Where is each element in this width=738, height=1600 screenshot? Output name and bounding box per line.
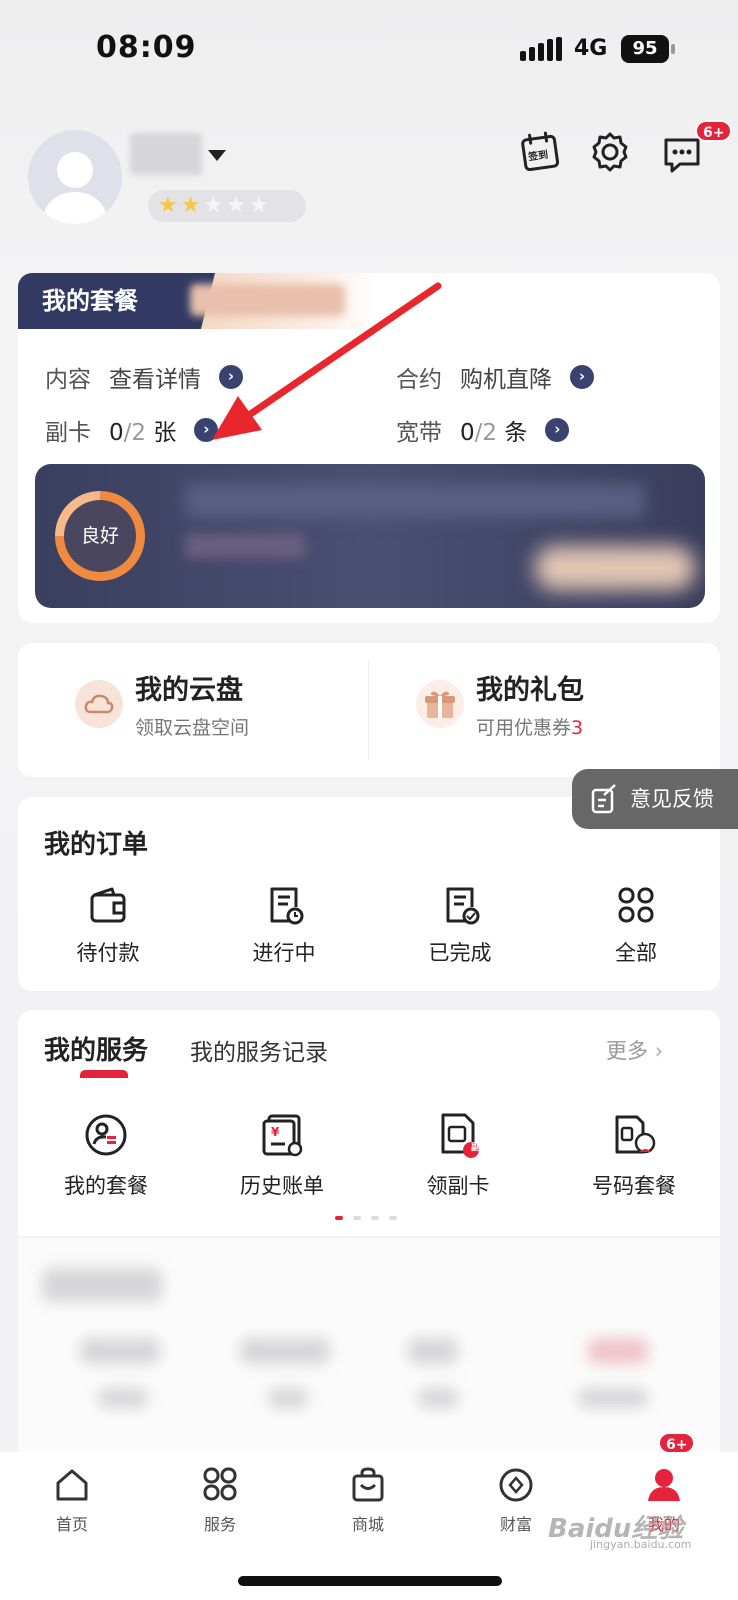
star-icon: ★ [226, 193, 246, 218]
page-dot [389, 1216, 397, 1220]
cloud-title: 我的云盘 [135, 675, 243, 706]
star-icon: ★ [158, 193, 178, 218]
info-value: 0/2 条 [460, 420, 528, 446]
star-icon: ★ [248, 193, 269, 218]
signal-icon [520, 37, 562, 61]
nav-home[interactable]: 首页 [22, 1467, 122, 1535]
feedback-label: 意见反馈 [630, 787, 714, 811]
gift-subtitle: 可用优惠券3 [476, 717, 584, 739]
blurred-content [18, 1238, 720, 1478]
plan-status-banner[interactable]: 良好 [35, 464, 705, 608]
svg-text:¥: ¥ [271, 1125, 280, 1139]
service-my-plan[interactable]: 我的套餐 [46, 1112, 166, 1200]
gift-icon [416, 680, 464, 728]
order-pending-payment[interactable]: 待付款 [48, 885, 168, 967]
order-label: 全部 [615, 941, 657, 965]
checkin-label: 签到 [527, 149, 549, 164]
service-label: 领副卡 [426, 1174, 490, 1198]
chevron-right-icon[interactable]: › [545, 418, 570, 442]
tab-underline [80, 1070, 128, 1078]
checkin-button[interactable]: 签到 [518, 130, 562, 174]
status-ring: 良好 [55, 491, 145, 581]
plan-user-icon [85, 1114, 127, 1156]
watermark-url: jingyan.baidu.com [590, 1538, 692, 1551]
more-link[interactable]: 更多 › [606, 1035, 663, 1065]
cloud-subtitle: 领取云盘空间 [135, 717, 250, 739]
home-indicator[interactable] [238, 1576, 502, 1586]
coupon-count: 3 [571, 717, 584, 739]
status-ring-label: 良好 [64, 500, 136, 572]
tab-service-records[interactable]: 我的服务记录 [190, 1033, 328, 1067]
cloud-entry[interactable]: 我的云盘 领取云盘空间 [75, 668, 249, 740]
gift-entry[interactable]: 我的礼包 可用优惠券3 [416, 668, 584, 740]
wallet-icon [90, 887, 126, 923]
caret-down-icon[interactable] [208, 150, 226, 161]
nav-me-badge: 6+ [658, 1432, 696, 1454]
service-label: 历史账单 [240, 1174, 324, 1198]
page-dot [353, 1216, 361, 1220]
star-icon: ★ [203, 193, 224, 218]
shopping-bag-icon [352, 1467, 384, 1502]
network-type: 4G [574, 36, 608, 61]
grid-icon [203, 1467, 237, 1501]
order-in-progress[interactable]: 进行中 [224, 885, 344, 967]
cloud-icon [75, 680, 123, 728]
document-clock-icon [270, 887, 304, 925]
service-label: 我的套餐 [64, 1174, 148, 1198]
page-dots [335, 1216, 405, 1220]
star-rating[interactable]: ★ ★ ★ ★ ★ [148, 190, 306, 222]
info-value: 0/2 张 [109, 420, 177, 446]
divider [368, 660, 369, 760]
nav-services[interactable]: 服务 [170, 1467, 270, 1535]
home-icon [56, 1469, 88, 1501]
gift-title: 我的礼包 [476, 675, 584, 706]
annotation-arrow-icon [212, 282, 442, 440]
document-check-icon [446, 887, 480, 925]
plan-vicecard-row[interactable]: 副卡 0/2 张 › [45, 413, 219, 447]
order-label: 待付款 [76, 941, 140, 965]
plan-tab-title: 我的套餐 [18, 273, 198, 329]
service-bill-history[interactable]: ¥ 历史账单 [222, 1112, 342, 1200]
settings-button[interactable] [588, 130, 632, 174]
nav-mall[interactable]: 商城 [318, 1467, 418, 1535]
order-completed[interactable]: 已完成 [400, 885, 520, 967]
bill-icon: ¥ [262, 1114, 303, 1157]
order-label: 进行中 [252, 941, 316, 965]
info-label: 内容 [45, 367, 91, 393]
page-dot [371, 1216, 379, 1220]
user-name-blurred[interactable] [130, 133, 202, 175]
info-value: 查看详情 [109, 367, 201, 393]
user-icon [648, 1469, 680, 1501]
service-get-vicecard[interactable]: 副 领副卡 [398, 1112, 518, 1200]
info-label: 副卡 [45, 420, 91, 446]
avatar[interactable] [28, 130, 122, 224]
orders-title: 我的订单 [44, 830, 149, 860]
nav-label: 首页 [55, 1515, 88, 1534]
status-time: 08:09 [96, 30, 197, 65]
order-label: 已完成 [428, 941, 492, 965]
order-all[interactable]: 全部 [576, 885, 696, 967]
message-badge: 6+ [695, 120, 733, 142]
edit-note-icon [591, 784, 616, 814]
tab-my-services[interactable]: 我的服务 [44, 1030, 148, 1067]
sim-mascot-icon [615, 1115, 656, 1154]
gear-icon [592, 132, 628, 172]
feedback-button[interactable]: 意见反馈 [572, 769, 738, 829]
battery-indicator: 95 [621, 35, 669, 63]
nav-label: 商城 [351, 1515, 384, 1534]
info-value: 购机直降 [460, 367, 552, 393]
nav-label: 服务 [203, 1515, 236, 1534]
service-label: 号码套餐 [592, 1174, 676, 1198]
service-number-plan[interactable]: 号码套餐 [574, 1112, 694, 1200]
vicecard-badge: 副 [471, 1143, 481, 1153]
star-icon: ★ [180, 193, 201, 218]
coin-icon [499, 1468, 533, 1502]
grid-icon [618, 887, 654, 923]
page-dot-active [335, 1216, 343, 1220]
battery-tip [671, 44, 675, 54]
chevron-right-icon[interactable]: › [570, 365, 594, 389]
